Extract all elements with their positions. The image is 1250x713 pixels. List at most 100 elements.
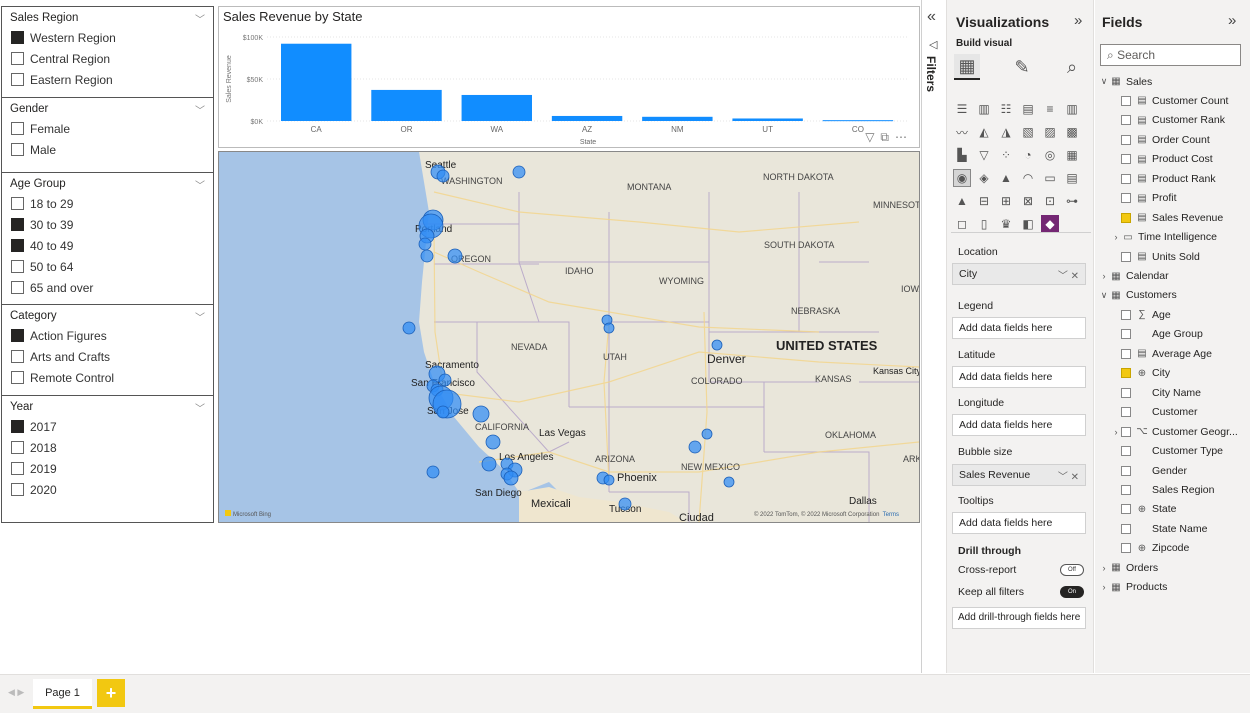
- checkbox[interactable]: [11, 197, 24, 210]
- funnel-chart-icon[interactable]: ▽: [975, 146, 993, 164]
- field-item[interactable]: Gender: [1111, 461, 1187, 480]
- filled-map-icon[interactable]: ◈: [975, 169, 993, 187]
- field-checkbox[interactable]: [1121, 368, 1131, 379]
- slicer-option[interactable]: Western Region: [2, 27, 213, 48]
- matrix-icon[interactable]: ⊠: [1019, 192, 1037, 210]
- map-bubble[interactable]: [402, 321, 416, 335]
- checkbox[interactable]: [11, 218, 24, 231]
- field-table-item[interactable]: › ▦ Orders: [1099, 558, 1159, 577]
- field-checkbox[interactable]: [1121, 465, 1131, 476]
- field-checkbox[interactable]: [1121, 426, 1131, 437]
- build-visual-icon[interactable]: ▦: [954, 54, 980, 80]
- slicer-icon[interactable]: ⊟: [975, 192, 993, 210]
- field-item[interactable]: Age Group: [1111, 325, 1203, 344]
- field-item[interactable]: ⊕ City: [1111, 364, 1170, 383]
- field-item[interactable]: ▤ Units Sold: [1111, 247, 1200, 266]
- field-checkbox[interactable]: [1121, 193, 1131, 204]
- field-checkbox[interactable]: [1121, 407, 1131, 418]
- field-item[interactable]: ▤ Average Age: [1111, 344, 1212, 363]
- legend-well[interactable]: Add data fields here: [952, 317, 1086, 339]
- map-bubble[interactable]: [436, 169, 450, 183]
- line-clustered-column-icon[interactable]: ▨: [1041, 123, 1059, 141]
- field-item[interactable]: ▤ Customer Rank: [1111, 111, 1225, 130]
- field-checkbox[interactable]: [1121, 251, 1131, 262]
- field-item[interactable]: City Name: [1111, 383, 1201, 402]
- fields-search-input[interactable]: ⌕ Search: [1100, 44, 1241, 66]
- slicer-option[interactable]: 2017: [2, 416, 213, 437]
- bar[interactable]: [461, 94, 532, 121]
- map-bubble[interactable]: [485, 434, 501, 450]
- smart-narrative-icon[interactable]: ▯: [975, 215, 993, 233]
- field-checkbox[interactable]: [1121, 134, 1131, 145]
- map-bubble[interactable]: [418, 237, 432, 251]
- field-checkbox[interactable]: [1121, 523, 1131, 534]
- chevron-right-icon[interactable]: ›: [1111, 232, 1121, 242]
- chevron-down-icon[interactable]: ﹀: [195, 102, 205, 117]
- area-chart-icon[interactable]: ◭: [975, 123, 993, 141]
- checkbox[interactable]: [11, 260, 24, 273]
- more-options-icon[interactable]: ⋯: [895, 130, 913, 144]
- map-bubble[interactable]: [603, 322, 615, 334]
- checkbox[interactable]: [11, 371, 24, 384]
- map-bubble[interactable]: [472, 405, 490, 423]
- map-bubble[interactable]: [438, 373, 452, 387]
- chevron-down-icon[interactable]: ﹀: [195, 309, 205, 324]
- field-table-item[interactable]: ∨ ▦ Customers: [1099, 286, 1177, 305]
- chevron-down-icon[interactable]: ﹀: [195, 400, 205, 415]
- map-icon[interactable]: ◉: [953, 169, 971, 187]
- slicer-option[interactable]: 2020: [2, 479, 213, 500]
- slicer-option[interactable]: 2018: [2, 437, 213, 458]
- line-chart-icon[interactable]: 〰: [953, 123, 971, 141]
- field-checkbox[interactable]: [1121, 484, 1131, 495]
- multi-row-card-icon[interactable]: ▤: [1063, 169, 1081, 187]
- waterfall-chart-icon[interactable]: ▙: [953, 146, 971, 164]
- stacked-column-chart-icon[interactable]: ▥: [975, 100, 993, 118]
- field-checkbox[interactable]: [1121, 329, 1131, 340]
- map-bubble[interactable]: [618, 497, 632, 511]
- checkbox[interactable]: [11, 122, 24, 135]
- slicer-option[interactable]: Arts and Crafts: [2, 346, 213, 367]
- field-item[interactable]: ▤ Customer Count: [1111, 91, 1228, 110]
- map-bubble[interactable]: [701, 428, 713, 440]
- stacked-bar-chart-icon[interactable]: ☰: [953, 100, 971, 118]
- chevron-right-icon[interactable]: ›: [1099, 271, 1109, 281]
- field-item[interactable]: ▤ Sales Revenue: [1111, 208, 1223, 227]
- chevron-down-icon[interactable]: ﹀: [195, 11, 205, 26]
- bar[interactable]: [732, 118, 803, 121]
- field-checkbox[interactable]: [1121, 348, 1131, 359]
- field-item[interactable]: › ⌥ Customer Geogr...: [1111, 422, 1238, 441]
- map-bubble[interactable]: [503, 470, 519, 486]
- clustered-bar-chart-icon[interactable]: ☷: [997, 100, 1015, 118]
- slicer-option[interactable]: Eastern Region: [2, 69, 213, 90]
- field-item[interactable]: ▤ Order Count: [1111, 130, 1210, 149]
- longitude-well[interactable]: Add data fields here: [952, 414, 1086, 436]
- gauge-icon[interactable]: ◠: [1019, 169, 1037, 187]
- chevron-down-icon[interactable]: ∨: [1099, 290, 1109, 301]
- cross-report-toggle[interactable]: Off: [1060, 564, 1084, 576]
- tooltips-well[interactable]: Add data fields here: [952, 512, 1086, 534]
- field-item[interactable]: Sales Region: [1111, 480, 1214, 499]
- azure-map-icon[interactable]: ▲: [997, 169, 1015, 187]
- map-bubble[interactable]: [447, 248, 463, 264]
- collapse-fields-icon[interactable]: »: [1228, 12, 1236, 29]
- field-item[interactable]: ▤ Product Cost: [1111, 150, 1213, 169]
- power-apps-icon[interactable]: ◆: [1041, 215, 1059, 233]
- map-visual[interactable]: WASHINGTON MONTANA NORTH DAKOTA MINNESOT…: [218, 151, 920, 523]
- slicer-option[interactable]: 40 to 49: [2, 235, 213, 256]
- field-table-item[interactable]: ∨ ▦ Sales: [1099, 72, 1153, 91]
- decomposition-tree-icon[interactable]: ⊶: [1063, 192, 1081, 210]
- map-bubble[interactable]: [711, 339, 723, 351]
- format-visual-icon[interactable]: ✎: [1009, 54, 1035, 80]
- field-checkbox[interactable]: [1121, 212, 1131, 223]
- map-bubble[interactable]: [481, 456, 497, 472]
- slicer-option[interactable]: 2019: [2, 458, 213, 479]
- checkbox[interactable]: [11, 350, 24, 363]
- treemap-icon[interactable]: ▦: [1063, 146, 1081, 164]
- chevron-right-icon[interactable]: ›: [1111, 427, 1121, 437]
- chevron-right-icon[interactable]: ›: [1099, 563, 1109, 573]
- key-influencers-icon[interactable]: ⊡: [1041, 192, 1059, 210]
- keep-all-filters-toggle[interactable]: On: [1060, 586, 1084, 598]
- checkbox[interactable]: [11, 52, 24, 65]
- bar[interactable]: [371, 89, 442, 121]
- checkbox[interactable]: [11, 462, 24, 475]
